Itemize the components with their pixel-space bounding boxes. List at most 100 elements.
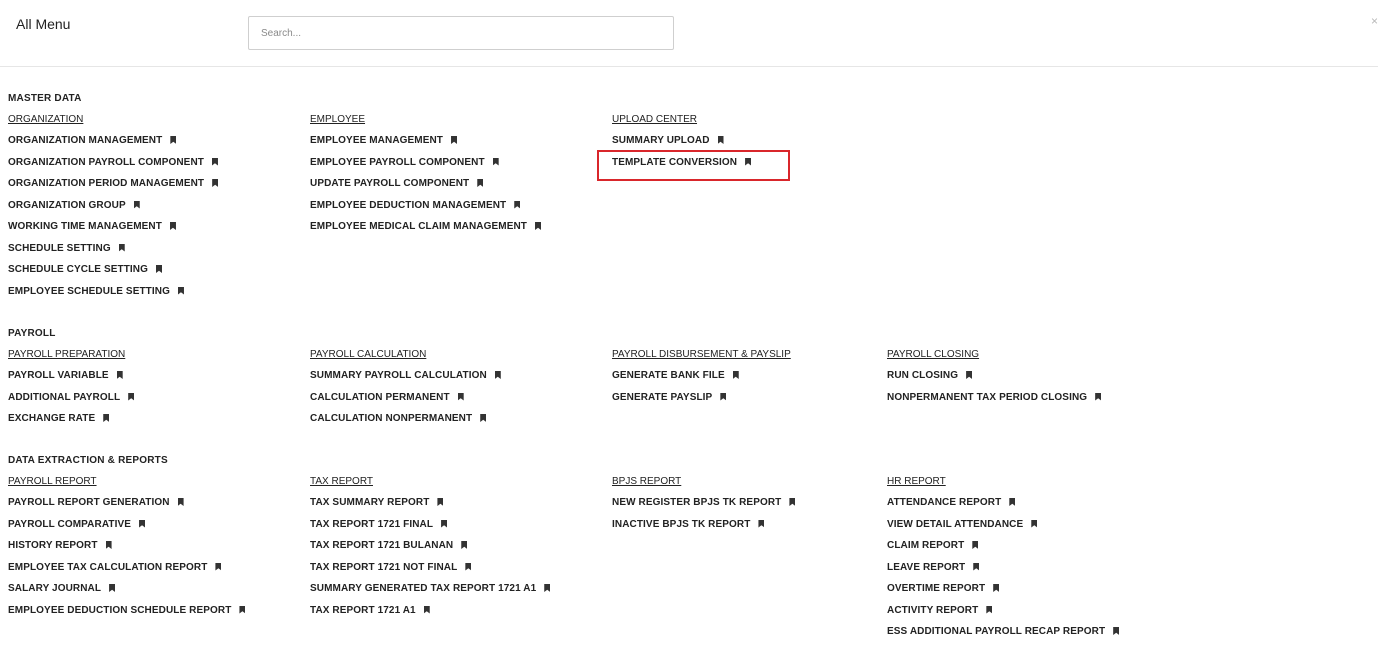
bookmark-icon[interactable]	[789, 498, 796, 506]
menu-item-organization-payroll-component[interactable]: ORGANIZATION PAYROLL COMPONENT	[8, 156, 298, 178]
bookmark-icon[interactable]	[116, 371, 123, 379]
bookmark-icon[interactable]	[477, 179, 484, 187]
group-title-payroll-calculation[interactable]: PAYROLL CALCULATION	[310, 348, 600, 369]
menu-item-organization-group[interactable]: ORGANIZATION GROUP	[8, 199, 298, 221]
menu-item-run-closing[interactable]: RUN CLOSING	[887, 369, 1177, 391]
menu-item-employee-deduction-schedule-report[interactable]: EMPLOYEE DEDUCTION SCHEDULE REPORT	[8, 604, 298, 626]
menu-item-tax-report-1721-not-final[interactable]: TAX REPORT 1721 NOT FINAL	[310, 561, 600, 583]
bookmark-icon[interactable]	[170, 136, 177, 144]
bookmark-icon[interactable]	[1095, 392, 1102, 401]
group-title-organization[interactable]: ORGANIZATION	[8, 113, 298, 134]
menu-item-claim-report[interactable]: CLAIM REPORT	[887, 539, 1177, 561]
bookmark-icon[interactable]	[720, 392, 727, 401]
menu-item-nonpermanent-tax-period-closing[interactable]: NONPERMANENT TAX PERIOD CLOSING	[887, 391, 1177, 413]
group-title-hr-report[interactable]: HR REPORT	[887, 475, 1177, 496]
bookmark-icon[interactable]	[544, 584, 551, 592]
bookmark-icon[interactable]	[211, 157, 218, 166]
bookmark-icon[interactable]	[156, 265, 162, 273]
menu-item-attendance-report[interactable]: ATTENDANCE REPORT	[887, 496, 1177, 518]
menu-item-inactive-bpjs-tk-report[interactable]: INACTIVE BPJS TK REPORT	[612, 518, 902, 540]
bookmark-icon[interactable]	[732, 371, 739, 379]
bookmark-icon[interactable]	[118, 243, 125, 252]
menu-item-tax-report-1721-final[interactable]: TAX REPORT 1721 FINAL	[310, 518, 600, 540]
menu-item-tax-report-1721-bulanan[interactable]: TAX REPORT 1721 BULANAN	[310, 539, 600, 561]
menu-item-exchange-rate[interactable]: EXCHANGE RATE	[8, 412, 298, 434]
bookmark-icon[interactable]	[109, 584, 116, 592]
bookmark-icon[interactable]	[717, 136, 724, 144]
menu-item-payroll-report-generation[interactable]: PAYROLL REPORT GENERATION	[8, 496, 298, 518]
menu-item-ess-additional-payroll-recap-report[interactable]: ESS ADDITIONAL PAYROLL RECAP REPORT	[887, 625, 1177, 647]
bookmark-icon[interactable]	[139, 519, 146, 528]
menu-item-history-report[interactable]: HISTORY REPORT	[8, 539, 298, 561]
menu-item-employee-medical-claim-management[interactable]: EMPLOYEE MEDICAL CLAIM MANAGEMENT	[310, 220, 600, 242]
menu-item-summary-generated-tax-report-1721-a1[interactable]: SUMMARY GENERATED TAX REPORT 1721 A1	[310, 582, 600, 604]
bookmark-icon[interactable]	[973, 562, 980, 571]
bookmark-icon[interactable]	[239, 605, 246, 614]
menu-item-employee-tax-calculation-report[interactable]: EMPLOYEE TAX CALCULATION REPORT	[8, 561, 298, 583]
group-title-tax-report[interactable]: TAX REPORT	[310, 475, 600, 496]
menu-item-summary-payroll-calculation[interactable]: SUMMARY PAYROLL CALCULATION	[310, 369, 600, 391]
menu-item-organization-management[interactable]: ORGANIZATION MANAGEMENT	[8, 134, 298, 156]
menu-item-working-time-management[interactable]: WORKING TIME MANAGEMENT	[8, 220, 298, 242]
group-title-payroll-disbursement-and-payslip[interactable]: PAYROLL DISBURSEMENT & PAYSLIP	[612, 348, 902, 369]
bookmark-icon[interactable]	[1031, 519, 1038, 528]
menu-item-generate-bank-file[interactable]: GENERATE BANK FILE	[612, 369, 902, 391]
menu-item-employee-schedule-setting[interactable]: EMPLOYEE SCHEDULE SETTING	[8, 285, 298, 307]
bookmark-icon[interactable]	[128, 392, 135, 401]
group-title-payroll-closing[interactable]: PAYROLL CLOSING	[887, 348, 1177, 369]
group-title-employee[interactable]: EMPLOYEE	[310, 113, 600, 134]
menu-item-payroll-variable[interactable]: PAYROLL VARIABLE	[8, 369, 298, 391]
menu-item-payroll-comparative[interactable]: PAYROLL COMPARATIVE	[8, 518, 298, 540]
menu-item-tax-report-1721-a1[interactable]: TAX REPORT 1721 A1	[310, 604, 600, 626]
bookmark-icon[interactable]	[133, 200, 140, 209]
bookmark-icon[interactable]	[441, 519, 448, 528]
menu-item-update-payroll-component[interactable]: UPDATE PAYROLL COMPONENT	[310, 177, 600, 199]
bookmark-icon[interactable]	[451, 136, 458, 144]
bookmark-icon[interactable]	[480, 414, 487, 422]
menu-item-calculation-nonpermanent[interactable]: CALCULATION NONPERMANENT	[310, 412, 600, 434]
group-title-upload-center[interactable]: UPLOAD CENTER	[612, 113, 902, 134]
menu-item-activity-report[interactable]: ACTIVITY REPORT	[887, 604, 1177, 626]
bookmark-icon[interactable]	[457, 392, 464, 401]
bookmark-icon[interactable]	[423, 605, 430, 614]
menu-item-schedule-cycle-setting[interactable]: SCHEDULE CYCLE SETTING	[8, 263, 298, 285]
menu-item-additional-payroll[interactable]: ADDITIONAL PAYROLL	[8, 391, 298, 413]
menu-item-employee-payroll-component[interactable]: EMPLOYEE PAYROLL COMPONENT	[310, 156, 600, 178]
menu-item-calculation-permanent[interactable]: CALCULATION PERMANENT	[310, 391, 600, 413]
bookmark-icon[interactable]	[492, 157, 499, 166]
menu-item-generate-payslip[interactable]: GENERATE PAYSLIP	[612, 391, 902, 413]
menu-item-tax-summary-report[interactable]: TAX SUMMARY REPORT	[310, 496, 600, 518]
bookmark-icon[interactable]	[212, 179, 219, 187]
bookmark-icon[interactable]	[215, 562, 222, 571]
bookmark-icon[interactable]	[177, 286, 184, 295]
menu-item-schedule-setting[interactable]: SCHEDULE SETTING	[8, 242, 298, 264]
menu-item-organization-period-management[interactable]: ORGANIZATION PERIOD MANAGEMENT	[8, 177, 298, 199]
bookmark-icon[interactable]	[177, 498, 184, 506]
bookmark-icon[interactable]	[103, 414, 110, 422]
bookmark-icon[interactable]	[758, 519, 765, 528]
bookmark-icon[interactable]	[169, 222, 176, 230]
menu-item-view-detail-attendance[interactable]: VIEW DETAIL ATTENDANCE	[887, 518, 1177, 540]
menu-item-overtime-report[interactable]: OVERTIME REPORT	[887, 582, 1177, 604]
group-title-payroll-preparation[interactable]: PAYROLL PREPARATION	[8, 348, 298, 369]
bookmark-icon[interactable]	[461, 541, 468, 549]
menu-item-employee-deduction-management[interactable]: EMPLOYEE DEDUCTION MANAGEMENT	[310, 199, 600, 221]
bookmark-icon[interactable]	[494, 371, 501, 379]
bookmark-icon[interactable]	[535, 222, 542, 230]
menu-item-leave-report[interactable]: LEAVE REPORT	[887, 561, 1177, 583]
bookmark-icon[interactable]	[1009, 498, 1016, 506]
group-title-payroll-report[interactable]: PAYROLL REPORT	[8, 475, 298, 496]
menu-item-new-register-bpjs-tk-report[interactable]: NEW REGISTER BPJS TK REPORT	[612, 496, 902, 518]
bookmark-icon[interactable]	[465, 562, 472, 571]
bookmark-icon[interactable]	[105, 541, 112, 549]
bookmark-icon[interactable]	[966, 371, 973, 379]
menu-item-employee-management[interactable]: EMPLOYEE MANAGEMENT	[310, 134, 600, 156]
bookmark-icon[interactable]	[514, 200, 521, 209]
bookmark-icon[interactable]	[993, 584, 1000, 592]
bookmark-icon[interactable]	[437, 498, 444, 506]
bookmark-icon[interactable]	[972, 541, 979, 549]
bookmark-icon[interactable]	[986, 605, 993, 614]
menu-item-label: ACTIVITY REPORT	[887, 604, 979, 616]
group-title-bpjs-report[interactable]: BPJS REPORT	[612, 475, 902, 496]
menu-item-salary-journal[interactable]: SALARY JOURNAL	[8, 582, 298, 604]
